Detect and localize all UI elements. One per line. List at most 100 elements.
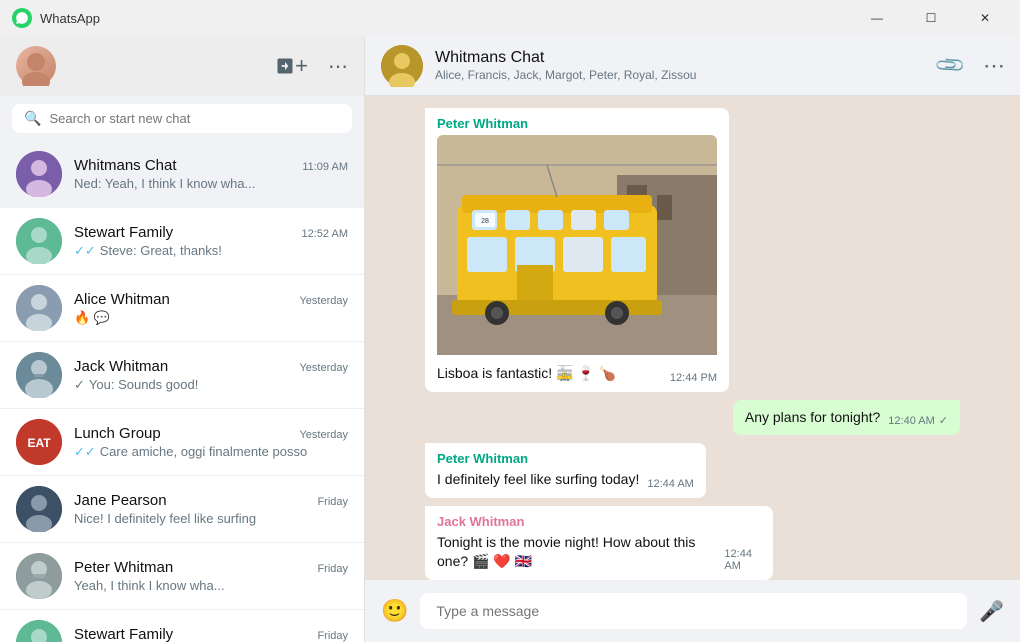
- chat-name: Stewart Family: [74, 626, 173, 642]
- chat-preview-text: Yeah, I think I know wha...: [74, 578, 225, 593]
- chat-info-top: Stewart Family 12:52 AM: [74, 224, 348, 241]
- chat-preview-text: Care amiche, oggi finalmente posso: [100, 444, 307, 459]
- chat-info-top: Whitmans Chat 11:09 AM: [74, 157, 348, 174]
- tick-icon: ✓: [74, 377, 85, 393]
- chat-info-top: Peter Whitman Friday: [74, 559, 348, 576]
- chat-header-info: Whitmans Chat Alice, Francis, Jack, Marg…: [435, 49, 926, 82]
- message-meta: 12:44 PM: [670, 372, 717, 384]
- message-text-row: Tonight is the movie night! How about th…: [437, 533, 761, 572]
- chat-preview: Nice! I definitely feel like surfing: [74, 511, 348, 526]
- chat-time: Yesterday: [299, 362, 348, 374]
- chat-time: Yesterday: [299, 295, 348, 307]
- chat-preview-text: Steve: Great, thanks!: [100, 243, 222, 258]
- chat-item-lunch[interactable]: EAT Lunch Group Yesterday ✓✓ Care amiche…: [0, 409, 364, 476]
- search-icon: 🔍: [24, 110, 41, 127]
- message-meta: 12:44 AM: [647, 478, 693, 490]
- app-title: WhatsApp: [40, 11, 100, 26]
- message-text: Tonight is the movie night! How about th…: [437, 533, 716, 572]
- message-time: 12:44 AM: [647, 478, 693, 490]
- message-meta: 12:44 AM: [724, 548, 760, 572]
- message-text-row: Any plans for tonight? 12:40 AM ✓: [745, 408, 948, 428]
- attachment-button[interactable]: 📎: [933, 48, 968, 83]
- chat-name: Whitmans Chat: [74, 157, 177, 174]
- current-user-avatar[interactable]: [16, 46, 56, 86]
- message-text-row: Lisboa is fantastic! 🚋 🍷 🍗 12:44 PM: [437, 364, 717, 384]
- message-meta: 12:40 AM ✓: [888, 414, 948, 427]
- chat-name: Jane Pearson: [74, 492, 167, 509]
- chat-info-top: Jack Whitman Yesterday: [74, 358, 348, 375]
- chat-preview: 🔥 💬: [74, 310, 348, 326]
- chat-item-jane[interactable]: Jane Pearson Friday Nice! I definitely f…: [0, 476, 364, 543]
- chat-name: Jack Whitman: [74, 358, 168, 375]
- svg-text:EAT: EAT: [27, 436, 51, 450]
- chat-avatar-whitmans: [16, 151, 62, 197]
- minimize-button[interactable]: —: [854, 2, 900, 34]
- chat-item-stewart[interactable]: Stewart Family 12:52 AM ✓✓ Steve: Great,…: [0, 208, 364, 275]
- message-3: Peter Whitman I definitely feel like sur…: [425, 443, 706, 498]
- chat-avatar-peter: [16, 553, 62, 599]
- message-input[interactable]: [420, 593, 967, 629]
- chat-avatar-lunch: EAT: [16, 419, 62, 465]
- input-bar: 🙂 🎤: [365, 580, 1020, 642]
- chat-item-jack[interactable]: Jack Whitman Yesterday ✓ You: Sounds goo…: [0, 342, 364, 409]
- chat-item-whitmans[interactable]: Whitmans Chat 11:09 AM Ned: Yeah, I thin…: [0, 141, 364, 208]
- chat-time: Friday: [317, 630, 348, 642]
- chat-time: 12:52 AM: [302, 228, 348, 240]
- svg-text:28: 28: [481, 218, 489, 225]
- chat-avatar-stewart: [16, 218, 62, 264]
- chat-time: Friday: [317, 563, 348, 575]
- sidebar-actions: + ⋯: [275, 54, 348, 79]
- chat-preview-text: 🔥 💬: [74, 310, 110, 326]
- message-text: Lisboa is fantastic! 🚋 🍷 🍗: [437, 364, 616, 384]
- message-2: Any plans for tonight? 12:40 AM ✓: [733, 400, 960, 436]
- microphone-button[interactable]: 🎤: [979, 599, 1004, 624]
- sidebar-header: + ⋯: [0, 36, 364, 96]
- message-time: 12:44 AM: [724, 548, 760, 572]
- chat-item-peter[interactable]: Peter Whitman Friday Yeah, I think I kno…: [0, 543, 364, 610]
- chat-time: 11:09 AM: [302, 161, 348, 173]
- chat-avatar-alice: [16, 285, 62, 331]
- chat-more-options[interactable]: ⋯: [983, 53, 1004, 79]
- chat-list: Whitmans Chat 11:09 AM Ned: Yeah, I thin…: [0, 141, 364, 642]
- titlebar-left: WhatsApp: [12, 8, 100, 28]
- messages-container: Peter Whitman: [365, 96, 1020, 580]
- chat-info-jack: Jack Whitman Yesterday ✓ You: Sounds goo…: [74, 358, 348, 393]
- chat-header: Whitmans Chat Alice, Francis, Jack, Marg…: [365, 36, 1020, 96]
- search-bar: 🔍: [0, 96, 364, 141]
- chat-info-top: Jane Pearson Friday: [74, 492, 348, 509]
- chat-preview: ✓✓ Care amiche, oggi finalmente posso: [74, 444, 348, 460]
- chat-info-top: Stewart Family Friday: [74, 626, 348, 642]
- search-input-wrap: 🔍: [12, 104, 352, 133]
- more-options-button[interactable]: ⋯: [328, 54, 348, 79]
- message-text: Any plans for tonight?: [745, 408, 880, 428]
- sidebar: + ⋯ 🔍: [0, 36, 365, 642]
- chat-info-alice: Alice Whitman Yesterday 🔥 💬: [74, 291, 348, 326]
- chat-item-alice[interactable]: Alice Whitman Yesterday 🔥 💬: [0, 275, 364, 342]
- message-sender: Jack Whitman: [437, 514, 761, 529]
- emoji-button[interactable]: 🙂: [381, 598, 408, 624]
- chat-preview: Yeah, I think I know wha...: [74, 578, 348, 593]
- chat-preview: ✓ You: Sounds good!: [74, 377, 348, 393]
- chat-info-jane: Jane Pearson Friday Nice! I definitely f…: [74, 492, 348, 526]
- chat-info-stewart2: Stewart Family Friday Steve: Great, than…: [74, 626, 348, 642]
- chat-name: Alice Whitman: [74, 291, 170, 308]
- chat-name: Stewart Family: [74, 224, 173, 241]
- chat-name: Lunch Group: [74, 425, 161, 442]
- chat-preview-text: Nice! I definitely feel like surfing: [74, 511, 256, 526]
- chat-header-actions: 📎 ⋯: [938, 53, 1004, 79]
- close-button[interactable]: ✕: [962, 2, 1008, 34]
- tick-icon: ✓✓: [74, 243, 96, 259]
- tick-icon: ✓✓: [74, 444, 96, 460]
- message-tick: ✓: [939, 414, 948, 427]
- chat-info-stewart: Stewart Family 12:52 AM ✓✓ Steve: Great,…: [74, 224, 348, 259]
- search-input[interactable]: [49, 111, 340, 126]
- chat-header-avatar[interactable]: [381, 45, 423, 87]
- chat-avatar-stewart2: [16, 620, 62, 642]
- chat-preview-text: You: Sounds good!: [89, 377, 198, 392]
- chat-info-peter: Peter Whitman Friday Yeah, I think I kno…: [74, 559, 348, 593]
- chat-header-name: Whitmans Chat: [435, 49, 926, 67]
- chat-item-stewart2[interactable]: Stewart Family Friday Steve: Great, than…: [0, 610, 364, 642]
- chat-avatar-jack: [16, 352, 62, 398]
- maximize-button[interactable]: ☐: [908, 2, 954, 34]
- new-chat-button[interactable]: +: [275, 55, 308, 77]
